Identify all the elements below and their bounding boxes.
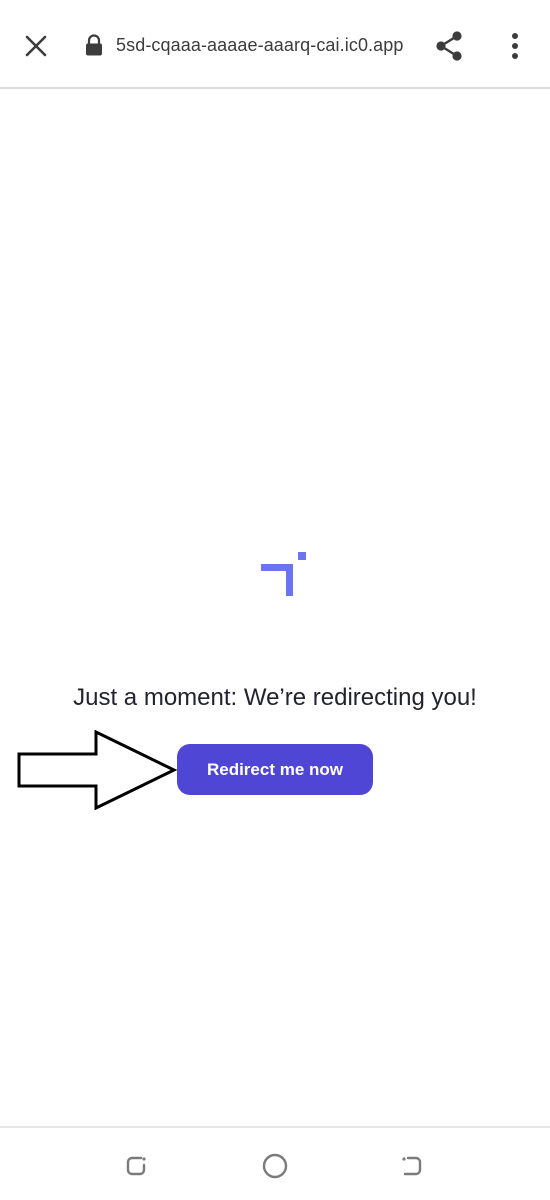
url-bar[interactable]: 5sd-cqaaa-aaaae-aaarq-cai.ic0.app: [116, 35, 404, 56]
recents-icon: [126, 1156, 146, 1176]
back-button[interactable]: [394, 1148, 430, 1184]
share-button[interactable]: [430, 27, 468, 65]
system-nav-bar: [0, 1126, 550, 1200]
redirect-me-now-button[interactable]: Redirect me now: [177, 744, 373, 795]
lock-icon: [86, 34, 102, 56]
share-icon: [436, 31, 462, 61]
page: 5sd-cqaaa-aaaae-aaarq-cai.ic0.app Just a…: [0, 0, 550, 1200]
close-button[interactable]: [18, 28, 54, 64]
home-button[interactable]: [257, 1148, 293, 1184]
home-icon: [262, 1153, 288, 1179]
more-vert-icon: [512, 33, 518, 59]
close-icon: [25, 35, 47, 57]
browser-toolbar: 5sd-cqaaa-aaaae-aaarq-cai.ic0.app: [0, 0, 550, 89]
app-logo-icon: [261, 552, 306, 596]
redirect-message: Just a moment: We’re redirecting you!: [73, 684, 477, 711]
back-icon: [402, 1156, 422, 1176]
recents-button[interactable]: [118, 1148, 154, 1184]
more-menu-button[interactable]: [500, 27, 530, 65]
arrow-right-icon: [17, 730, 178, 810]
